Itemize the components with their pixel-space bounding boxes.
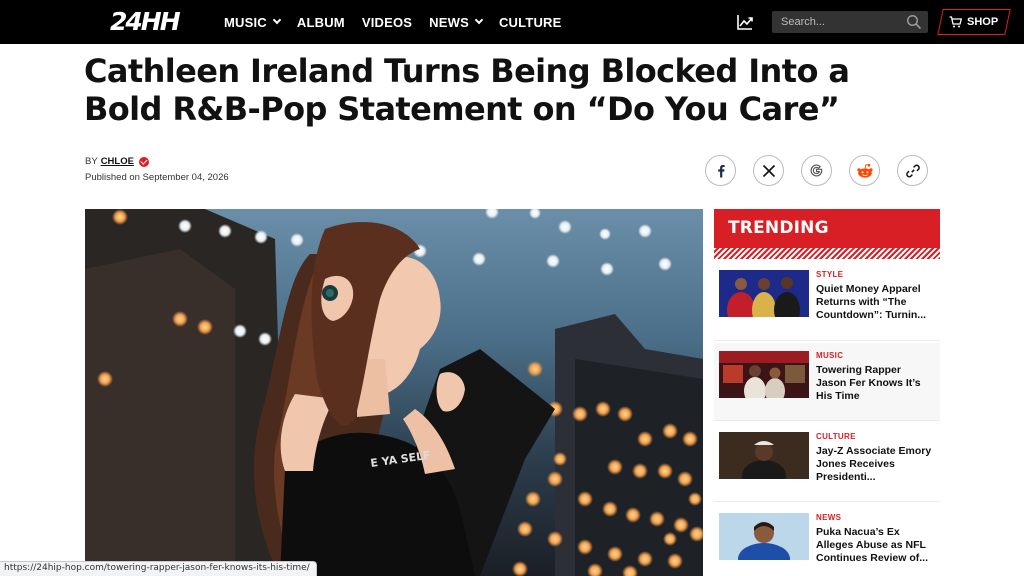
x-icon <box>762 164 775 177</box>
cart-icon <box>949 16 963 28</box>
google-icon <box>810 164 823 177</box>
top-navigation: 24HH MUSIC ALBUM VIDEOS NEWS CULTURE SHO… <box>0 0 1024 44</box>
hero-photo-illustration: E YA SELF <box>85 209 703 576</box>
shop-button[interactable]: SHOP <box>937 9 1011 35</box>
trending-chart-icon[interactable] <box>736 13 754 31</box>
status-bar-url: https://24hip-hop.com/towering-rapper-ja… <box>0 561 317 576</box>
byline: BY CHLOE <box>85 156 149 167</box>
trending-category[interactable]: CULTURE <box>816 432 856 441</box>
trending-header: TRENDING <box>714 209 940 259</box>
chevron-down-icon <box>272 15 282 25</box>
trending-stripes <box>714 248 940 259</box>
nav-item-culture[interactable]: CULTURE <box>499 15 562 30</box>
share-reddit-button[interactable] <box>849 155 880 186</box>
trending-thumbnail[interactable] <box>719 432 809 479</box>
trending-item[interactable]: CULTURE Jay-Z Associate Emory Jones Rece… <box>714 424 940 502</box>
link-icon <box>905 164 920 177</box>
share-facebook-button[interactable] <box>705 155 736 186</box>
share-google-button[interactable] <box>801 155 832 186</box>
shop-label: SHOP <box>967 16 999 28</box>
trending-item[interactable]: MUSIC Towering Rapper Jason Fer Knows It… <box>714 343 940 421</box>
trending-thumbnail[interactable] <box>719 513 809 560</box>
article-headline: Cathleen Ireland Turns Being Blocked Int… <box>84 52 850 128</box>
reddit-icon <box>856 163 873 178</box>
trending-title-link[interactable]: Quiet Money Apparel Returns with “The Co… <box>816 283 934 322</box>
share-buttons <box>705 155 928 186</box>
trending-category[interactable]: STYLE <box>816 270 843 279</box>
nav-item-news[interactable]: NEWS <box>429 15 484 30</box>
copy-link-button[interactable] <box>897 155 928 186</box>
trending-item[interactable]: NEWS Puka Nacua’s Ex Alleges Abuse as NF… <box>714 505 940 576</box>
trending-title-link[interactable]: Towering Rapper Jason Fer Knows It’s His… <box>816 364 934 403</box>
trending-title-link[interactable]: Puka Nacua’s Ex Alleges Abuse as NFL Con… <box>816 526 934 565</box>
search-input[interactable] <box>772 11 900 33</box>
trending-title-link[interactable]: Jay-Z Associate Emory Jones Receives Pre… <box>816 445 934 484</box>
chevron-down-icon <box>474 15 484 25</box>
trending-category[interactable]: MUSIC <box>816 351 843 360</box>
published-date: Published on September 04, 2026 <box>85 172 229 183</box>
search-box <box>772 11 928 33</box>
trending-thumbnail[interactable] <box>719 270 809 317</box>
nav-item-videos[interactable]: VIDEOS <box>362 15 412 30</box>
nav-item-album[interactable]: ALBUM <box>297 15 345 30</box>
share-x-button[interactable] <box>753 155 784 186</box>
nav-menu: MUSIC ALBUM VIDEOS NEWS CULTURE <box>224 0 562 44</box>
trending-title: TRENDING <box>728 218 829 238</box>
hero-image: E YA SELF <box>85 209 703 576</box>
trending-item[interactable]: STYLE Quiet Money Apparel Returns with “… <box>714 263 940 341</box>
trending-thumbnail[interactable] <box>719 351 809 398</box>
author-link[interactable]: CHLOE <box>101 156 134 167</box>
search-icon[interactable] <box>906 14 922 30</box>
trending-category[interactable]: NEWS <box>816 513 841 522</box>
site-logo[interactable]: 24HH <box>110 8 181 36</box>
facebook-icon <box>717 164 725 177</box>
nav-item-music[interactable]: MUSIC <box>224 15 282 30</box>
verified-badge-icon <box>138 156 149 167</box>
